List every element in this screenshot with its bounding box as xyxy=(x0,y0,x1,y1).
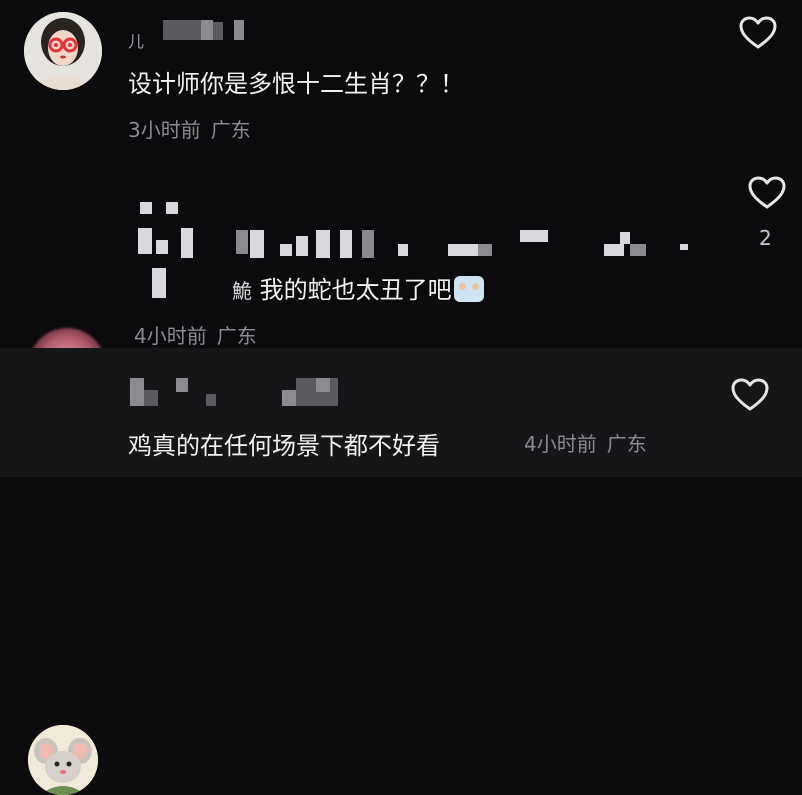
comment-text: 设计师你是多恨十二生肖？？！ xyxy=(128,70,464,98)
avatar[interactable] xyxy=(24,12,102,90)
like-count: 2 xyxy=(759,226,772,250)
comment-location: 广东 xyxy=(216,324,257,348)
comment-item-3[interactable]: 鸡真的在任何场景下都不好看 4小时前 广东 xyxy=(0,348,802,795)
comment-text: 我的蛇也太丑了吧 xyxy=(259,276,452,304)
comment-text-line: 鮠 我的蛇也太丑了吧 xyxy=(232,270,484,305)
heart-outline-icon[interactable] xyxy=(748,176,786,210)
comment-meta: 4小时前 广东 xyxy=(134,320,267,349)
comment-meta: 3小时前 广东 xyxy=(128,114,261,143)
crying-face-sticker xyxy=(453,276,484,302)
comment-item-2[interactable]: 鮠 我的蛇也太丑了吧 4小时前 广东 2 xyxy=(0,160,802,406)
comment-time: 4小时前 xyxy=(134,324,207,348)
avatar-image xyxy=(24,12,102,90)
comment-time: 4小时前 xyxy=(524,432,597,456)
comment-time: 3小时前 xyxy=(128,118,201,142)
comment-text-prefix: 鮠 xyxy=(232,279,252,303)
avatar[interactable] xyxy=(28,725,98,795)
username[interactable]: 儿 xyxy=(128,28,144,52)
heart-outline-icon[interactable] xyxy=(739,16,777,50)
mouse-cartoon-avatar xyxy=(28,725,98,795)
comment-text: 鸡真的在任何场景下都不好看 xyxy=(128,432,440,460)
comment-location: 广东 xyxy=(606,432,647,456)
comment-location: 广东 xyxy=(210,118,251,142)
comment-meta: 4小时前 广东 xyxy=(524,428,657,457)
heart-outline-icon[interactable] xyxy=(731,378,769,412)
comment-item-1[interactable]: 儿 设计师你是多恨十二生肖？？！ 3小时前 广东 xyxy=(0,0,802,160)
